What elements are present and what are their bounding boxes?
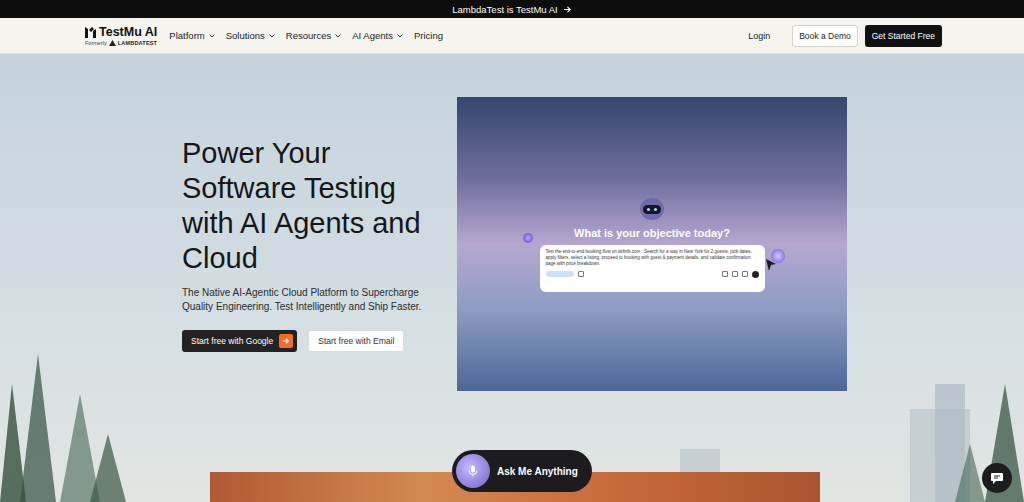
- demo-input-text: Test the end-to-end booking flow on airb…: [546, 249, 759, 267]
- demo-video[interactable]: What is your objective today? Test the en…: [457, 97, 847, 391]
- chat-bubble-icon[interactable]: [982, 463, 1012, 493]
- hero-content: Power YourSoftware Testingwith AI Agents…: [0, 97, 1024, 391]
- get-started-button[interactable]: Get Started Free: [865, 25, 942, 47]
- navbar: TestMu AIFormerlyLAMBDATEST Platform Solut…: [0, 18, 1024, 54]
- login-link[interactable]: Login: [748, 31, 770, 41]
- page: LambdaTest is TestMu AI TestMu AIFormerly…: [0, 0, 1024, 502]
- nav-item[interactable]: Platform: [169, 30, 214, 41]
- chevron-down-icon: [335, 34, 341, 38]
- arrow-right-icon: [282, 337, 290, 345]
- arrow-right-icon: [563, 5, 572, 14]
- demo-prompt: What is your objective today?: [574, 227, 730, 239]
- chevron-down-icon: [209, 34, 215, 38]
- attach-icon[interactable]: [722, 271, 728, 277]
- demo-input-toolbar: [546, 271, 759, 278]
- logo[interactable]: TestMu AIFormerlyLAMBDATEST: [85, 25, 157, 46]
- nav-item[interactable]: Resources: [286, 30, 341, 41]
- nav-item[interactable]: Pricing: [414, 30, 443, 41]
- lambdatest-logo-icon: [109, 40, 116, 46]
- hero-buttons: Start free with Google Start free with Em…: [182, 330, 450, 352]
- send-icon[interactable]: [752, 271, 759, 278]
- ask-me-anything-button[interactable]: Ask Me Anything: [452, 450, 592, 492]
- settings-icon[interactable]: [578, 271, 584, 277]
- orb-icon: [771, 249, 785, 263]
- banner-text[interactable]: LambdaTest is TestMu AI: [452, 4, 557, 15]
- voice-icon[interactable]: [742, 271, 748, 277]
- demo-input[interactable]: Test the end-to-end booking flow on airb…: [540, 245, 765, 292]
- logo-name: TestMu AI: [99, 25, 157, 39]
- nav-menu: Platform Solutions Resources AI Agents Prici…: [169, 30, 443, 41]
- nav-item[interactable]: AI Agents: [352, 30, 403, 41]
- hero: Power YourSoftware Testingwith AI Agents…: [0, 54, 1024, 502]
- hero-heading: Power YourSoftware Testingwith AI Agents…: [182, 136, 450, 276]
- google-signup-button[interactable]: Start free with Google: [182, 330, 297, 352]
- chevron-down-icon: [397, 34, 403, 38]
- nav-item[interactable]: Solutions: [226, 30, 275, 41]
- hero-subtitle: The Native AI-Agentic Cloud Platform to …: [182, 286, 450, 314]
- email-signup-button[interactable]: Start free with Email: [308, 330, 404, 352]
- microphone-icon: [456, 454, 490, 488]
- nav-actions: Login Book a Demo Get Started Free: [748, 25, 942, 47]
- book-demo-button[interactable]: Book a Demo: [792, 25, 858, 47]
- cursor-icon: [766, 259, 776, 271]
- robot-avatar-icon: [639, 197, 665, 221]
- logo-formerly: FormerlyLAMBDATEST: [85, 40, 157, 46]
- hero-text: Power YourSoftware Testingwith AI Agents…: [182, 136, 450, 352]
- announcement-banner[interactable]: LambdaTest is TestMu AI: [0, 0, 1024, 18]
- chevron-down-icon: [269, 34, 275, 38]
- mode-pill[interactable]: [546, 271, 574, 277]
- orb-icon: [523, 233, 533, 243]
- testmu-logo-icon: [85, 26, 96, 38]
- template-icon[interactable]: [732, 271, 738, 277]
